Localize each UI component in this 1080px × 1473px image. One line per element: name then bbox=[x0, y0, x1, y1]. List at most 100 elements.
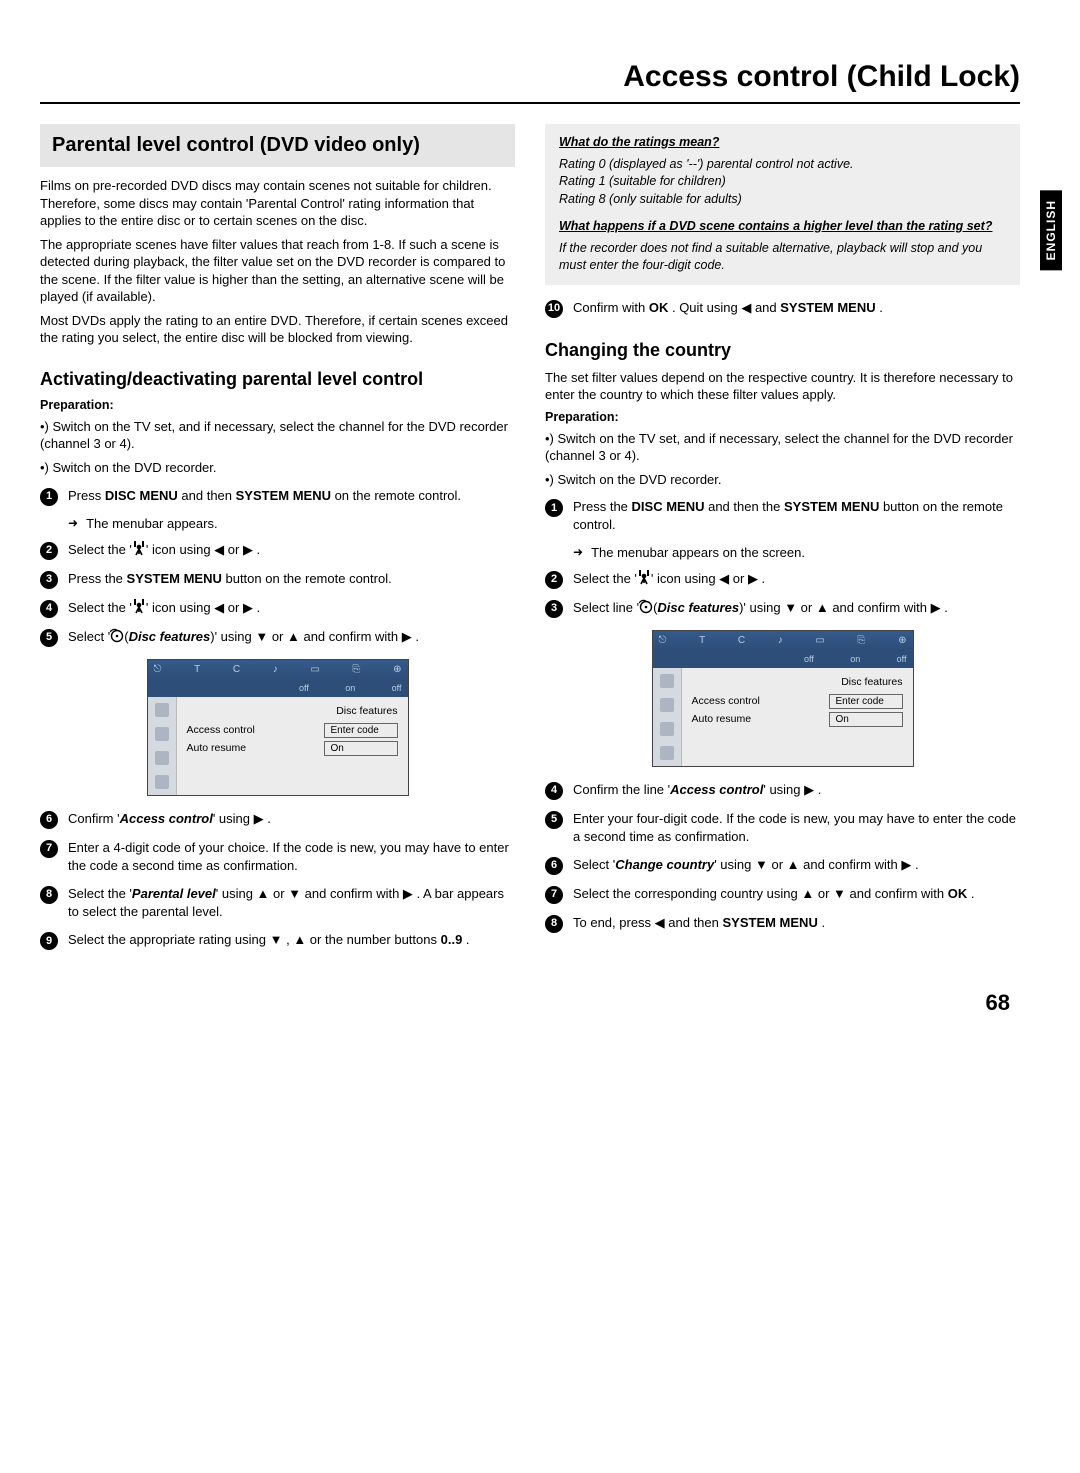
prep-item: •) Switch on the DVD recorder. bbox=[545, 471, 1020, 489]
intro-paragraph: Most DVDs apply the rating to an entire … bbox=[40, 312, 515, 347]
osd-tab-icon: C bbox=[233, 664, 240, 675]
country-step-3: 3 Select line '(Disc features)' using ▼ … bbox=[545, 599, 1020, 618]
osd-tab-icon: ♪ bbox=[273, 664, 278, 675]
osd-row-label: Access control bbox=[692, 695, 760, 707]
heading-country: Changing the country bbox=[545, 340, 1020, 361]
osd-row-field: Enter code bbox=[829, 694, 903, 709]
country-step-5: 5 Enter your four-digit code. If the cod… bbox=[545, 810, 1020, 846]
step-1-result: The menubar appears. bbox=[68, 516, 515, 531]
osd-status-row: offonoff bbox=[148, 679, 408, 697]
step-number-icon: 7 bbox=[545, 886, 563, 904]
step-number-icon: 6 bbox=[545, 857, 563, 875]
step-number-icon: 3 bbox=[40, 571, 58, 589]
step-5: 5 Select '(Disc features)' using ▼ or ▲ … bbox=[40, 628, 515, 647]
step-4: 4 Select the '' icon using ◀ or ▶ . bbox=[40, 599, 515, 618]
step-number-icon: 10 bbox=[545, 300, 563, 318]
osd-row-label: Access control bbox=[187, 724, 255, 736]
info-line: Rating 1 (suitable for children) bbox=[559, 173, 1006, 191]
person-icon bbox=[637, 570, 651, 586]
osd-row-label: Auto resume bbox=[692, 713, 752, 725]
osd-panel-title: Disc features bbox=[692, 676, 903, 688]
step-number-icon: 5 bbox=[545, 811, 563, 829]
country-step-8: 8 To end, press ◀ and then SYSTEM MENU . bbox=[545, 914, 1020, 933]
step-number-icon: 5 bbox=[40, 629, 58, 647]
country-step-1: 1 Press the DISC MENU and then the SYSTE… bbox=[545, 498, 1020, 534]
step-10: 10 Confirm with OK . Quit using ◀ and SY… bbox=[545, 299, 1020, 318]
osd-tab-icon: T bbox=[194, 664, 200, 675]
osd-side-icon bbox=[660, 722, 674, 736]
osd-row-field: Enter code bbox=[324, 723, 398, 738]
osd-side-icon bbox=[155, 727, 169, 741]
step-number-icon: 1 bbox=[40, 488, 58, 506]
info-question: What do the ratings mean? bbox=[559, 134, 1006, 152]
osd-tab-icon: ⊕ bbox=[393, 664, 401, 675]
osd-side-icon bbox=[660, 674, 674, 688]
step-number-icon: 3 bbox=[545, 600, 563, 618]
step-1: 1 Press DISC MENU and then SYSTEM MENU o… bbox=[40, 487, 515, 506]
step-number-icon: 2 bbox=[40, 542, 58, 560]
step-number-icon: 4 bbox=[40, 600, 58, 618]
prep-item: •) Switch on the TV set, and if necessar… bbox=[40, 418, 515, 453]
step-number-icon: 7 bbox=[40, 840, 58, 858]
preparation-label: Preparation: bbox=[545, 410, 1020, 424]
intro-paragraph: The appropriate scenes have filter value… bbox=[40, 236, 515, 306]
osd-side-icon bbox=[660, 698, 674, 712]
step-number-icon: 8 bbox=[545, 915, 563, 933]
osd-tab-icon: ▭ bbox=[815, 635, 824, 646]
step-number-icon: 4 bbox=[545, 782, 563, 800]
osd-sidebar bbox=[148, 697, 177, 795]
osd-row-field: On bbox=[829, 712, 903, 727]
disc-icon bbox=[639, 599, 653, 615]
right-column: What do the ratings mean? Rating 0 (disp… bbox=[545, 124, 1020, 960]
country-step-7: 7 Select the corresponding country using… bbox=[545, 885, 1020, 904]
language-tab: ENGLISH bbox=[1040, 190, 1062, 270]
preparation-label: Preparation: bbox=[40, 398, 515, 412]
country-step-1-result: The menubar appears on the screen. bbox=[573, 545, 1020, 560]
step-number-icon: 2 bbox=[545, 571, 563, 589]
osd-tab-icon: ▭ bbox=[310, 664, 319, 675]
osd-tab-icon: ⎋ bbox=[154, 664, 162, 675]
osd-row-label: Auto resume bbox=[187, 742, 247, 754]
country-step-2: 2 Select the '' icon using ◀ or ▶ . bbox=[545, 570, 1020, 589]
person-icon bbox=[132, 541, 146, 557]
step-3: 3 Press the SYSTEM MENU button on the re… bbox=[40, 570, 515, 589]
heading-activating: Activating/deactivating parental level c… bbox=[40, 369, 515, 390]
chapter-title: Access control (Child Lock) bbox=[40, 60, 1020, 94]
header-rule bbox=[40, 102, 1020, 104]
section-banner-parental: Parental level control (DVD video only) bbox=[40, 124, 515, 167]
page-number: 68 bbox=[40, 990, 1020, 1016]
osd-panel-title: Disc features bbox=[187, 705, 398, 717]
step-number-icon: 6 bbox=[40, 811, 58, 829]
osd-tab-icon: C bbox=[738, 635, 745, 646]
osd-menubar: ⎋ T C ♪ ▭ ⎘ ⊕ bbox=[148, 660, 408, 679]
person-icon bbox=[132, 599, 146, 615]
prep-item: •) Switch on the DVD recorder. bbox=[40, 459, 515, 477]
country-step-4: 4 Confirm the line 'Access control' usin… bbox=[545, 781, 1020, 800]
osd-tab-icon: ⊕ bbox=[898, 635, 906, 646]
step-6: 6 Confirm 'Access control' using ▶ . bbox=[40, 810, 515, 829]
step-9: 9 Select the appropriate rating using ▼ … bbox=[40, 931, 515, 950]
osd-status-row: offonoff bbox=[653, 650, 913, 668]
prep-item: •) Switch on the TV set, and if necessar… bbox=[545, 430, 1020, 465]
osd-screenshot: ⎋ T C ♪ ▭ ⎘ ⊕ offonoff Dis bbox=[652, 630, 914, 767]
country-intro: The set filter values depend on the resp… bbox=[545, 369, 1020, 404]
step-number-icon: 1 bbox=[545, 499, 563, 517]
step-number-icon: 9 bbox=[40, 932, 58, 950]
info-line: Rating 0 (displayed as '--') parental co… bbox=[559, 156, 1006, 174]
step-8: 8 Select the 'Parental level' using ▲ or… bbox=[40, 885, 515, 921]
osd-menubar: ⎋ T C ♪ ▭ ⎘ ⊕ bbox=[653, 631, 913, 650]
info-question: What happens if a DVD scene contains a h… bbox=[559, 218, 1006, 236]
osd-tab-icon: ⎘ bbox=[352, 664, 360, 675]
osd-side-icon bbox=[155, 775, 169, 789]
country-step-6: 6 Select 'Change country' using ▼ or ▲ a… bbox=[545, 856, 1020, 875]
osd-side-icon bbox=[155, 703, 169, 717]
osd-screenshot: ⎋ T C ♪ ▭ ⎘ ⊕ offonoff Dis bbox=[147, 659, 409, 796]
osd-side-icon bbox=[155, 751, 169, 765]
step-2: 2 Select the '' icon using ◀ or ▶ . bbox=[40, 541, 515, 560]
intro-paragraph: Films on pre-recorded DVD discs may cont… bbox=[40, 177, 515, 230]
osd-tab-icon: T bbox=[699, 635, 705, 646]
osd-side-icon bbox=[660, 746, 674, 760]
step-7: 7 Enter a 4-digit code of your choice. I… bbox=[40, 839, 515, 875]
osd-row-field: On bbox=[324, 741, 398, 756]
osd-tab-icon: ♪ bbox=[778, 635, 783, 646]
